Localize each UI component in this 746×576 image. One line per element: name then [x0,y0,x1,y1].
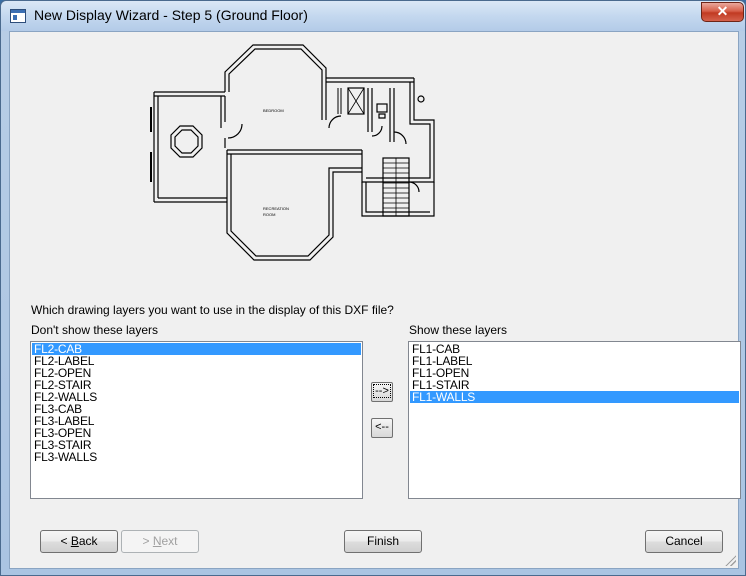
floorplan-label-bedroom: BEDROOM [263,108,284,113]
floorplan-label-recreation: RECREATION [263,206,289,211]
window-icon [10,9,26,23]
title-bar[interactable]: New Display Wizard - Step 5 (Ground Floo… [1,1,745,31]
cancel-button[interactable]: Cancel [645,530,723,553]
shown-layers-list[interactable]: FL1-CAB FL1-LABEL FL1-OPEN FL1-STAIR FL1… [408,341,741,499]
back-accelerator: B [70,534,79,548]
remove-layer-button[interactable]: <-- [371,418,393,438]
next-prefix: > [142,534,153,548]
wizard-window: New Display Wizard - Step 5 (Ground Floo… [0,0,746,576]
resize-grip[interactable] [724,554,736,566]
back-prefix: < [60,534,71,548]
hidden-layers-label: Don't show these layers [31,323,159,337]
back-button[interactable]: < Back [40,530,118,553]
floorplan-preview: BEDROOM RECREATION ROOM [10,32,738,282]
wizard-body: BEDROOM RECREATION ROOM Which drawing la… [9,31,741,569]
next-button[interactable]: > Next [121,530,199,553]
layers-question: Which drawing layers you want to use in … [31,303,394,317]
close-button[interactable]: ✕ [701,2,744,22]
window-title: New Display Wizard - Step 5 (Ground Floo… [34,7,308,23]
list-item[interactable]: FL1-WALLS [410,391,739,403]
next-rest: ext [161,534,178,548]
floorplan-label-room: ROOM [263,212,275,217]
add-layer-button[interactable]: --> [371,382,393,402]
shown-layers-label: Show these layers [409,323,508,337]
add-layer-label: --> [373,384,391,398]
next-accelerator: N [152,534,162,548]
back-rest: ack [78,534,98,548]
finish-button[interactable]: Finish [344,530,422,553]
hidden-layers-list[interactable]: FL2-CAB FL2-LABEL FL2-OPEN FL2-STAIR FL2… [30,341,363,499]
list-item[interactable]: FL3-WALLS [32,451,361,463]
floorplan-drawing: BEDROOM RECREATION ROOM [150,44,435,261]
